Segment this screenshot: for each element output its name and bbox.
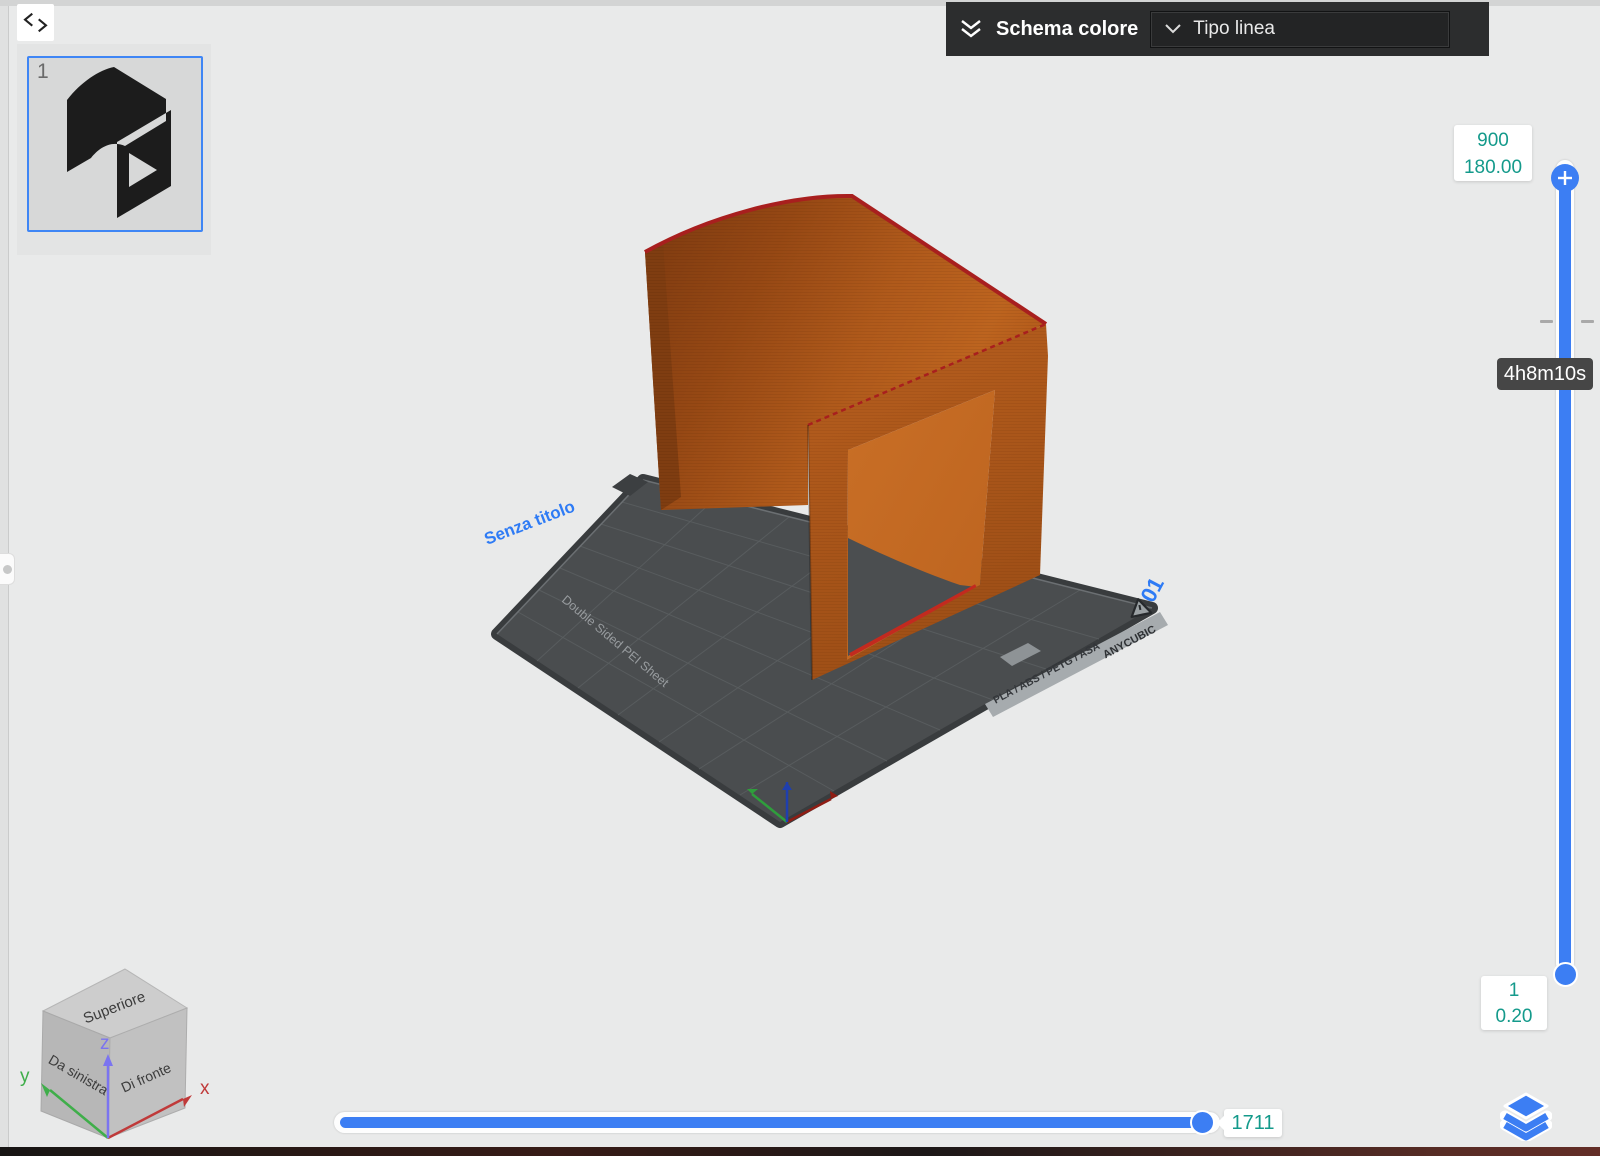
slicer-preview-window: PLA / ABS / PETG / ASA ANYCUBIC Double S… [0, 0, 1600, 1156]
double-chevron-down-icon[interactable] [958, 17, 984, 41]
color-scheme-toolbar: Schema colore Tipo linea [946, 2, 1489, 56]
layer-slider-tick-left[interactable] [1540, 320, 1553, 323]
chevron-down-icon [1165, 24, 1182, 34]
axis-z-label: z [100, 1033, 110, 1054]
code-chevrons-icon [23, 12, 48, 33]
top-layer-value: 900 [1477, 130, 1509, 151]
object-thumbnail[interactable]: 1 [27, 56, 203, 232]
move-slider-handle[interactable] [1190, 1110, 1215, 1135]
layer-slider-tick-right[interactable] [1581, 320, 1594, 323]
plus-icon [1558, 171, 1572, 185]
plate-name-label[interactable]: Senza titolo [482, 497, 578, 549]
bottom-layer-value: 1 [1508, 980, 1520, 1001]
layer-slider-fill [1559, 176, 1571, 976]
layer-slider-top-tooltip: 900 180.00 [1454, 125, 1532, 181]
move-slider-tooltip: 1711 [1224, 1109, 1282, 1137]
bottom-bar [0, 1147, 1600, 1156]
object-silhouette [67, 67, 171, 218]
move-slider-fill [340, 1117, 1206, 1128]
layers-icon [1499, 1092, 1553, 1143]
color-scheme-label: Schema colore [996, 17, 1139, 40]
drag-dot-icon [3, 565, 12, 574]
top-height-value: 180.00 [1463, 157, 1523, 178]
layer-slider-bottom-handle[interactable] [1553, 962, 1578, 987]
axis-y-label: y [20, 1066, 30, 1087]
viewport-3d[interactable]: PLA / ABS / PETG / ASA ANYCUBIC Double S… [0, 0, 1600, 1156]
layers-button[interactable] [1499, 1091, 1553, 1143]
line-type-value: Tipo linea [1193, 18, 1275, 39]
object-list-panel: 1 [17, 44, 211, 255]
view-cube[interactable]: Superiore Da sinistra Di fronte y x z [20, 968, 210, 1140]
axis-x-label: x [200, 1078, 210, 1099]
line-type-dropdown[interactable]: Tipo linea [1150, 10, 1451, 48]
layer-slider-top-handle[interactable] [1551, 164, 1579, 192]
bottom-height-value: 0.20 [1495, 1006, 1533, 1027]
expand-panel-tab[interactable] [0, 553, 15, 585]
layer-slider-bottom-tooltip: 1 0.20 [1481, 976, 1547, 1030]
collapse-panel-button[interactable] [17, 4, 54, 41]
print-time-tooltip: 4h8m10s [1497, 358, 1593, 390]
